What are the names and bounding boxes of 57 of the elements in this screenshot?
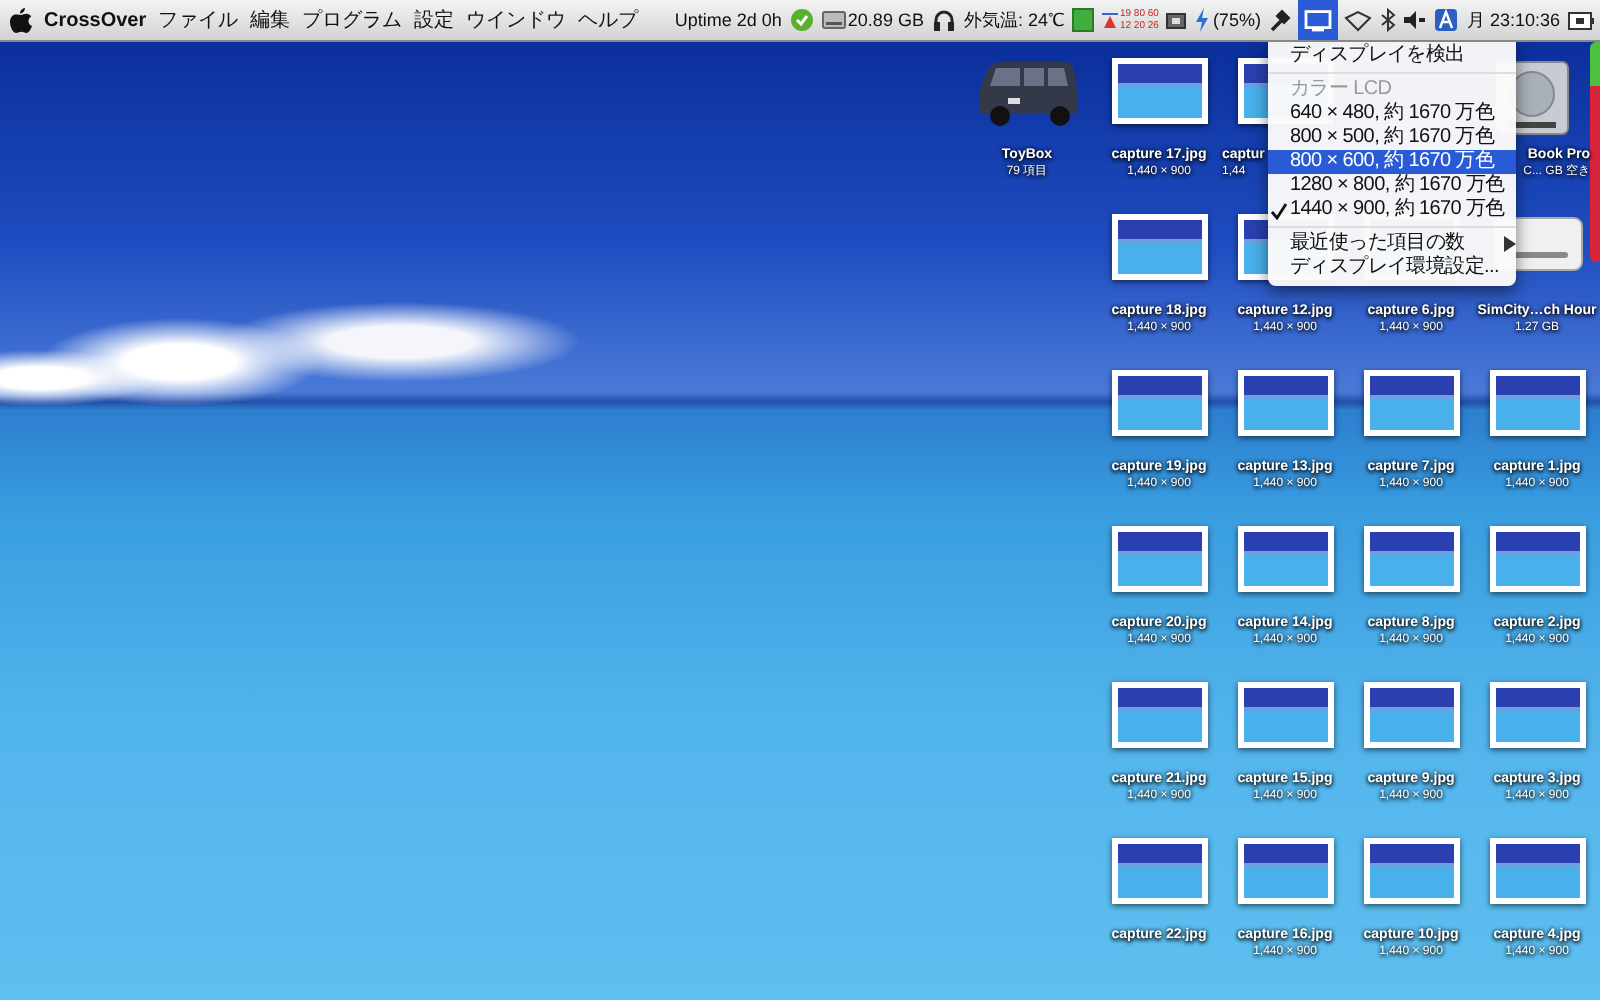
menu-header: カラー LCD <box>1288 78 1394 102</box>
checkmark-icon <box>1270 201 1288 219</box>
bluetooth-icon <box>1380 8 1397 32</box>
menu-item[interactable]: 640 × 480, 約 1670 万色 <box>1268 102 1516 126</box>
menu-item[interactable]: 1280 × 800, 約 1670 万色 <box>1268 174 1516 198</box>
image-thumbnail[interactable] <box>1111 526 1207 592</box>
van-icon <box>975 58 1079 130</box>
image-thumbnail[interactable] <box>1111 370 1207 436</box>
menu-item[interactable]: ヘルプ <box>578 6 639 34</box>
wrench-icon <box>1268 8 1293 32</box>
menu-item[interactable]: ディスプレイ環境設定... <box>1268 256 1516 280</box>
image-thumbnail[interactable] <box>1363 682 1459 748</box>
image-thumbnail[interactable] <box>1111 838 1207 904</box>
badge-icon <box>789 8 814 32</box>
display-icon <box>1304 9 1333 31</box>
image-thumbnail[interactable] <box>1111 682 1207 748</box>
status-text[interactable]: 月 23:10:36 <box>1464 0 1562 40</box>
image-thumbnail[interactable] <box>1489 682 1585 748</box>
menu-item[interactable]: 800 × 500, 約 1670 万色 <box>1268 126 1516 150</box>
status-menu[interactable]: (75%) <box>1192 0 1263 40</box>
menu-item[interactable]: ディスプレイを検出 <box>1268 44 1516 68</box>
image-thumbnail[interactable] <box>1237 682 1333 748</box>
image-thumbnail[interactable] <box>1237 526 1333 592</box>
image-thumbnail[interactable] <box>1489 370 1585 436</box>
speaker-icon <box>1404 10 1427 30</box>
status-reading: 20.89 GB <box>847 10 924 30</box>
image-thumbnail[interactable] <box>1237 838 1333 904</box>
chart-icon <box>1101 10 1118 30</box>
lightning-icon <box>1194 8 1211 32</box>
battery-icon <box>1568 11 1594 29</box>
drive-icon <box>821 10 846 30</box>
image-thumbnail[interactable] <box>1363 370 1459 436</box>
menu-item[interactable]: 設定 <box>414 6 455 34</box>
status-text[interactable]: 外気温: 24℃ <box>961 0 1066 40</box>
status-reading: (75%) <box>1212 10 1261 30</box>
image-thumbnail[interactable] <box>1111 58 1207 124</box>
menu-item[interactable]: ウインドウ <box>466 6 567 34</box>
image-thumbnail[interactable] <box>1363 526 1459 592</box>
image-thumbnail[interactable] <box>1489 838 1585 904</box>
menu-item[interactable]: 800 × 600, 約 1670 万色 <box>1268 150 1516 174</box>
apple-logo-icon <box>10 7 32 33</box>
image-thumbnail[interactable] <box>1363 838 1459 904</box>
image-thumbnail[interactable] <box>1111 214 1207 280</box>
chip-icon <box>1166 11 1187 29</box>
status-text[interactable]: Uptime 2d 0h <box>672 0 784 40</box>
headphones-icon <box>931 8 956 32</box>
app-menu[interactable]: CrossOver <box>44 9 147 31</box>
menu-item[interactable]: 編集 <box>250 6 291 34</box>
input-icon <box>1434 8 1459 32</box>
menu-item[interactable]: プログラム <box>302 6 403 34</box>
status-menu[interactable]: 20.89 GB <box>819 0 926 40</box>
image-thumbnail[interactable] <box>1237 370 1333 436</box>
image-thumbnail[interactable] <box>1489 526 1585 592</box>
menu-item[interactable]: 1440 × 900, 約 1670 万色 <box>1268 198 1516 222</box>
submenu-arrow-icon <box>1504 236 1516 252</box>
menu-item[interactable]: 最近使った項目の数 <box>1268 232 1516 256</box>
menu-item[interactable]: ファイル <box>158 6 239 34</box>
